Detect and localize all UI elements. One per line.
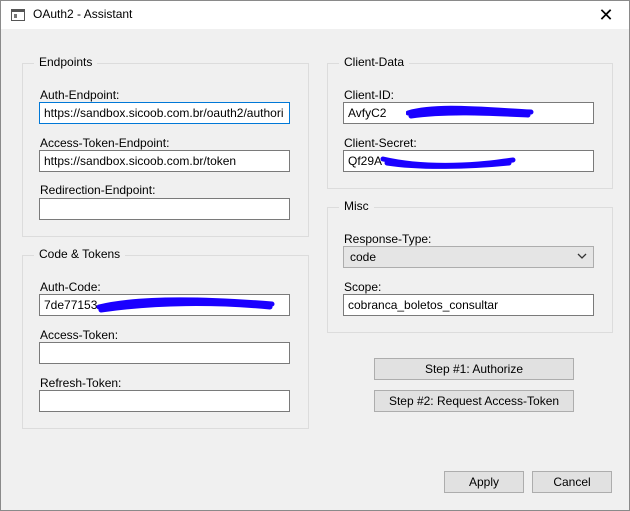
auth-code-label: Auth-Code: (40, 280, 101, 294)
cancel-button[interactable]: Cancel (532, 471, 612, 493)
apply-button[interactable]: Apply (444, 471, 524, 493)
redirection-endpoint-label: Redirection-Endpoint: (40, 183, 156, 197)
scope-input[interactable]: cobranca_boletos_consultar (343, 294, 594, 316)
refresh-token-input[interactable] (39, 390, 290, 412)
title-bar: OAuth2 - Assistant ✕ (1, 1, 629, 29)
access-token-endpoint-label: Access-Token-Endpoint: (40, 136, 170, 150)
window-title: OAuth2 - Assistant (33, 7, 133, 21)
misc-group-title: Misc (339, 199, 374, 213)
auth-code-input[interactable]: 7de77153- (39, 294, 290, 316)
chevron-down-icon (577, 253, 587, 259)
response-type-label: Response-Type: (344, 232, 432, 246)
refresh-token-label: Refresh-Token: (40, 376, 122, 390)
auth-endpoint-input[interactable]: https://sandbox.sicoob.com.br/oauth2/aut… (39, 102, 290, 124)
access-token-label: Access-Token: (40, 328, 119, 342)
endpoints-group-title: Endpoints (34, 55, 98, 69)
oauth2-assistant-window: OAuth2 - Assistant ✕ Endpoints Auth-Endp… (0, 0, 630, 511)
response-type-select[interactable]: code (343, 246, 594, 268)
client-id-input[interactable]: AvfyC2 (343, 102, 594, 124)
window-icon (11, 9, 25, 21)
client-secret-input[interactable]: Qf29A (343, 150, 594, 172)
redirection-endpoint-input[interactable] (39, 198, 290, 220)
code-tokens-group-title: Code & Tokens (34, 247, 126, 261)
client-data-group-title: Client-Data (339, 55, 410, 69)
auth-endpoint-label: Auth-Endpoint: (40, 88, 120, 102)
access-token-input[interactable] (39, 342, 290, 364)
client-secret-label: Client-Secret: (344, 136, 417, 150)
request-access-token-button[interactable]: Step #2: Request Access-Token (374, 390, 574, 412)
client-id-label: Client-ID: (344, 88, 395, 102)
close-button[interactable]: ✕ (583, 1, 629, 29)
authorize-button[interactable]: Step #1: Authorize (374, 358, 574, 380)
response-type-value: code (350, 250, 377, 264)
scope-label: Scope: (344, 280, 382, 294)
access-token-endpoint-input[interactable]: https://sandbox.sicoob.com.br/token (39, 150, 290, 172)
